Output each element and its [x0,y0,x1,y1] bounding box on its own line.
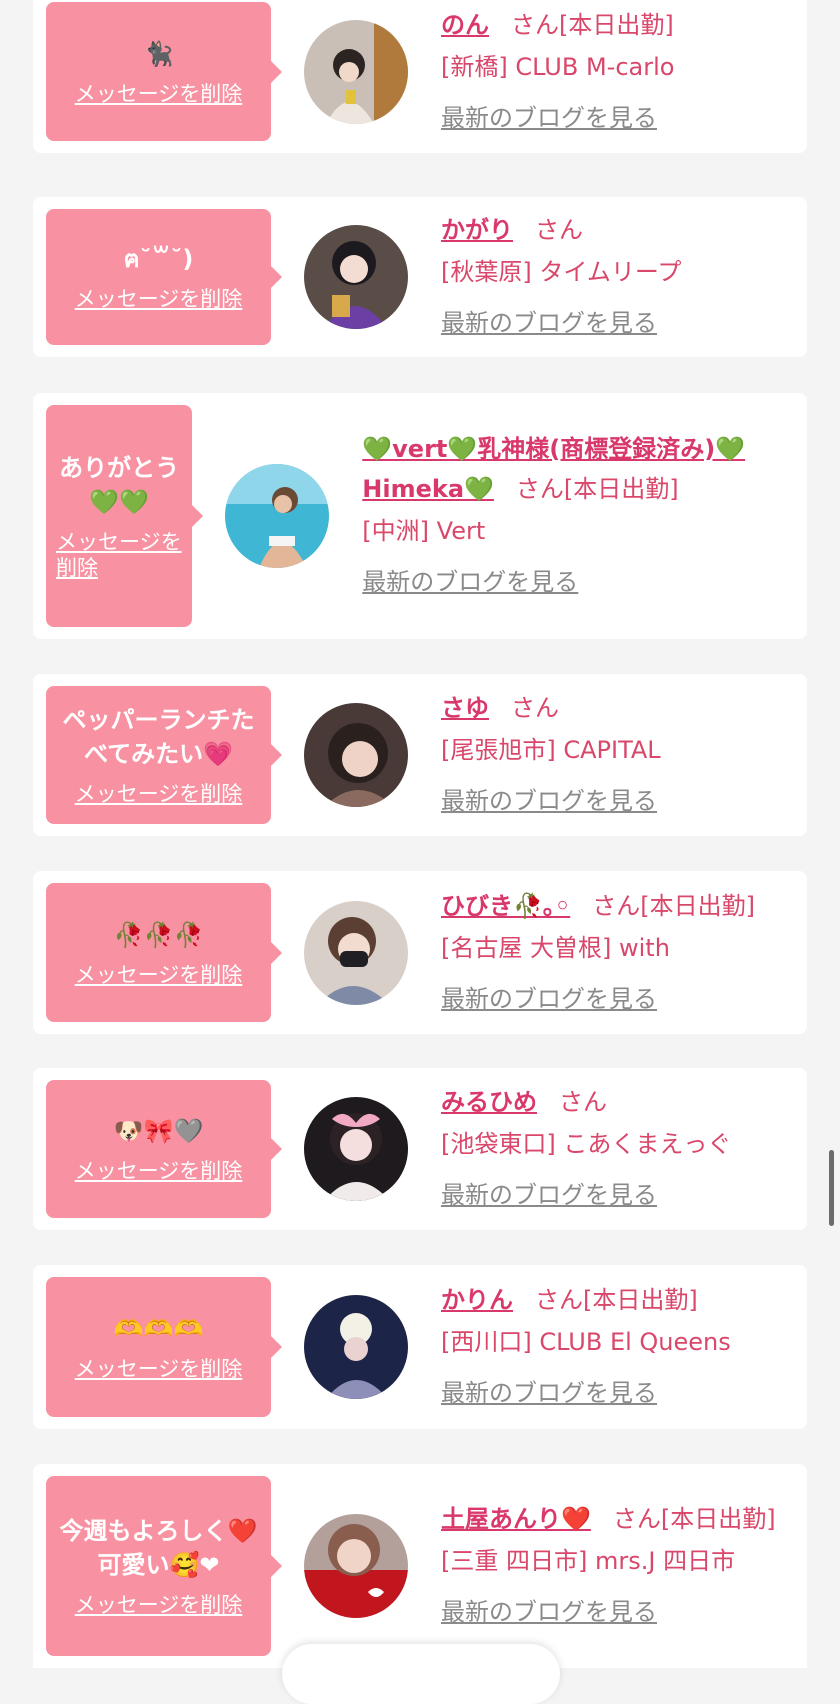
message-text: ペッパーランチたべてみたい💗 [62,706,255,768]
delete-message-link[interactable]: メッセージを削除 [75,1592,243,1618]
latest-blog-link[interactable]: 最新のブログを見る [441,978,793,1020]
honorific: さん [511,694,559,722]
honorific: さん[本日出勤] [511,10,674,39]
shop-label: [西川口] CLUB El Queens [441,1328,731,1356]
scrollbar-thumb[interactable] [829,1150,834,1226]
cast-name-link[interactable]: みるひめ [441,1088,537,1116]
delete-message-link[interactable]: メッセージを削除 [75,286,243,312]
message-bubble: 🐶🎀🩶 メッセージを削除 [46,1080,282,1218]
avatar[interactable] [304,225,408,329]
message-card: ペッパーランチたべてみたい💗 メッセージを削除 さゆ さん [尾張旭市] CAPI… [33,674,807,836]
cast-info: みるひめ さん [池袋東口] こあくまえっぐ 最新のブログを見る [441,1082,807,1216]
message-bubble: 🐈‍⬛ メッセージを削除 [46,2,282,141]
message-text: 🐈‍⬛ [143,39,174,68]
message-bubble: 今週もよろしく❤️可愛い🥰❤ メッセージを削除 [46,1476,282,1656]
shop-label: [名古屋 大曽根] with [441,933,670,962]
message-card: ありがとう💚💚 メッセージを削除 💚vert💚乳神様(商標登録済み)💚Himek… [33,393,807,639]
delete-message-link[interactable]: メッセージを削除 [75,781,243,807]
message-bubble: ฅ˘꒳˘) メッセージを削除 [46,209,282,345]
cast-name-link[interactable]: さゆ [441,694,489,722]
cast-name-link[interactable]: かがり [441,216,513,244]
message-bubble: ありがとう💚💚 メッセージを削除 [46,405,204,627]
honorific: さん[本日出勤] [592,891,755,920]
cast-name-link[interactable]: のん [441,11,489,39]
message-bubble: 🫶🫶🫶 メッセージを削除 [46,1277,282,1417]
cast-info: ひびき🥀｡◦ さん[本日出勤] [名古屋 大曽根] with 最新のブログを見る [441,886,807,1020]
avatar[interactable] [304,900,408,1005]
cast-name-link[interactable]: ひびき🥀｡◦ [441,892,570,920]
honorific: さん [559,1088,607,1116]
cast-info: 💚vert💚乳神様(商標登録済み)💚Himeka💚 さん[本日出勤] [中洲] V… [362,429,807,603]
shop-label: [新橋] CLUB M-carlo [441,52,675,81]
message-card: 🥀🥀🥀 メッセージを削除 ひびき🥀｡◦ さん[本日出勤] [名古屋 大曽根] wi… [33,871,807,1034]
latest-blog-link[interactable]: 最新のブログを見る [441,1372,793,1414]
latest-blog-link[interactable]: 最新のブログを見る [441,1591,793,1633]
message-card: 🐈‍⬛ メッセージを削除 のん さん[本日出勤] [新橋] CLUB M-carl… [33,0,807,153]
shop-label: [三重 四日市] mrs.J 四日市 [441,1547,736,1575]
avatar[interactable] [304,19,408,124]
cast-name-link[interactable]: 土屋あんり❤️ [441,1505,591,1533]
latest-blog-link[interactable]: 最新のブログを見る [441,97,793,139]
shop-label: [尾張旭市] CAPITAL [441,736,661,764]
avatar[interactable] [304,1097,408,1201]
delete-message-link[interactable]: メッセージを削除 [56,529,182,581]
message-bubble: 🥀🥀🥀 メッセージを削除 [46,883,282,1022]
message-card: ฅ˘꒳˘) メッセージを削除 かがり さん [秋葉原] タイムリープ 最新のブログ… [33,197,807,357]
avatar[interactable] [304,1295,408,1399]
latest-blog-link[interactable]: 最新のブログを見る [441,302,793,344]
latest-blog-link[interactable]: 最新のブログを見る [441,1174,793,1216]
cast-info: かりん さん[本日出勤] [西川口] CLUB El Queens 最新のブログを… [441,1280,807,1414]
shop-label: [池袋東口] こあくまえっぐ [441,1130,732,1158]
message-text: ありがとう💚💚 [59,454,180,516]
avatar[interactable] [304,703,408,807]
honorific: さん [535,216,583,244]
cast-name-link[interactable]: かりん [441,1286,513,1314]
message-list: 🐈‍⬛ メッセージを削除 のん さん[本日出勤] [新橋] CLUB M-carl… [0,0,840,1704]
message-text: 🥀🥀🥀 [113,920,204,949]
shop-label: [中洲] Vert [362,517,486,545]
message-card: 今週もよろしく❤️可愛い🥰❤ メッセージを削除 土屋あんり❤️ さん[本日出勤] … [33,1464,807,1668]
message-card: 🐶🎀🩶 メッセージを削除 みるひめ さん [池袋東口] こあくまえっぐ 最新のブロ… [33,1068,807,1230]
shop-label: [秋葉原] タイムリープ [441,258,682,286]
message-bubble: ペッパーランチたべてみたい💗 メッセージを削除 [46,686,282,824]
floating-bottom-bar[interactable] [282,1644,560,1704]
cast-info: のん さん[本日出勤] [新橋] CLUB M-carlo 最新のブログを見る [441,5,807,139]
delete-message-link[interactable]: メッセージを削除 [75,81,243,107]
delete-message-link[interactable]: メッセージを削除 [75,1158,243,1184]
message-text: 今週もよろしく❤️可愛い🥰❤ [59,1517,258,1579]
cast-info: かがり さん [秋葉原] タイムリープ 最新のブログを見る [441,210,807,344]
honorific: さん[本日出勤] [535,1286,698,1314]
message-text: ฅ˘꒳˘) [123,245,194,273]
message-text: 🐶🎀🩶 [113,1117,204,1145]
avatar[interactable] [225,464,330,568]
cast-info: さゆ さん [尾張旭市] CAPITAL 最新のブログを見る [441,688,807,822]
latest-blog-link[interactable]: 最新のブログを見る [362,561,793,603]
honorific: さん[本日出勤] [515,475,679,503]
message-card: 🫶🫶🫶 メッセージを削除 かりん さん[本日出勤] [西川口] CLUB El Q… [33,1265,807,1429]
delete-message-link[interactable]: メッセージを削除 [75,962,243,988]
latest-blog-link[interactable]: 最新のブログを見る [441,780,793,822]
avatar[interactable] [304,1514,408,1618]
cast-info: 土屋あんり❤️ さん[本日出勤] [三重 四日市] mrs.J 四日市 最新のブロ… [441,1499,807,1633]
honorific: さん[本日出勤] [612,1505,776,1533]
message-text: 🫶🫶🫶 [113,1315,204,1343]
delete-message-link[interactable]: メッセージを削除 [75,1356,243,1382]
